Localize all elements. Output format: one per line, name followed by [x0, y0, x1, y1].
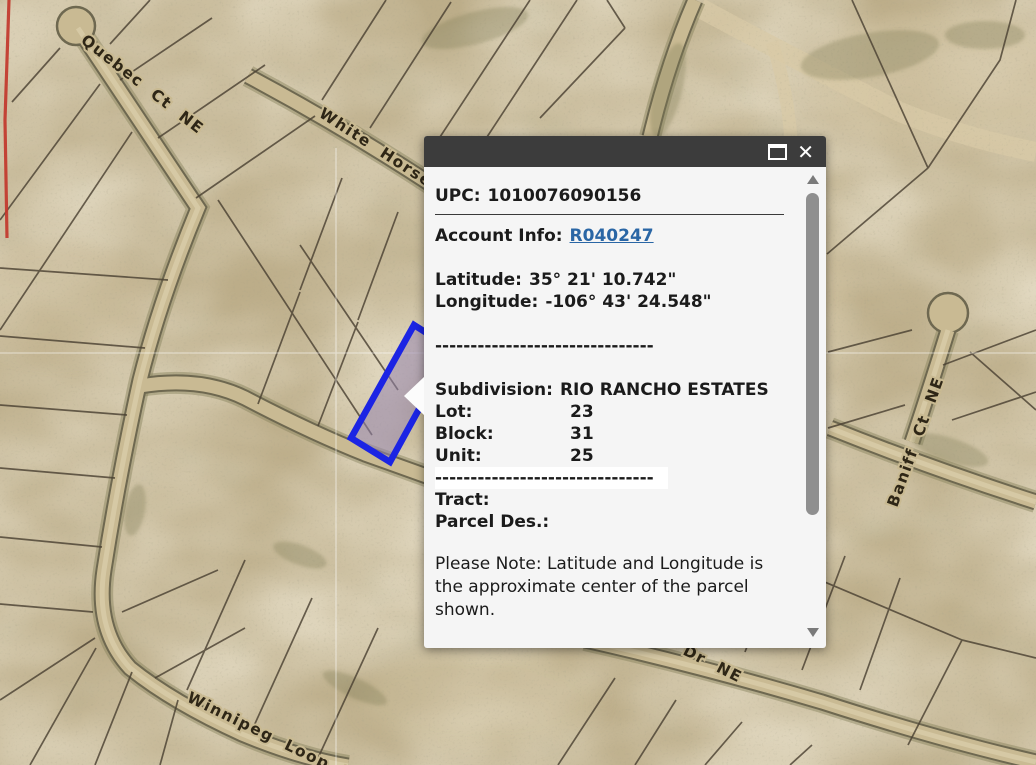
- dashed-divider-highlighted: -------------------------------: [435, 467, 784, 489]
- popup-pointer: [404, 377, 424, 415]
- parcel-des-label: Parcel Des.:: [435, 512, 549, 532]
- subdivision-label: Subdivision:: [435, 380, 553, 400]
- latitude-label: Latitude:: [435, 270, 522, 290]
- account-label: Account Info:: [435, 226, 563, 246]
- popup-body: UPC: 1010076090156 Account Info: R040247 L…: [424, 167, 826, 648]
- longitude-value: -106° 43' 24.548": [545, 292, 711, 312]
- account-link[interactable]: R040247: [570, 226, 654, 246]
- block-row: Block:31: [435, 423, 784, 445]
- gis-parcel-viewer: Quebec Ct NE White Horse Baniff Ct NE Wi…: [0, 0, 1036, 765]
- longitude-row: Longitude: -106° 43' 24.548": [435, 291, 784, 313]
- scroll-thumb[interactable]: [806, 193, 819, 515]
- dashed-divider-text: -------------------------------: [435, 467, 668, 489]
- lot-value: 23: [570, 402, 594, 422]
- close-icon[interactable]: ✕: [797, 142, 814, 162]
- maximize-icon[interactable]: [768, 144, 787, 160]
- note-text: Please Note: Latitude and Longitude is t…: [435, 553, 787, 622]
- latitude-value: 35° 21' 10.742": [529, 270, 676, 290]
- lot-label: Lot:: [435, 401, 570, 423]
- block-value: 31: [570, 424, 594, 444]
- scroll-down-arrow[interactable]: [807, 628, 819, 637]
- unit-label: Unit:: [435, 445, 570, 467]
- account-row: Account Info: R040247: [435, 225, 784, 247]
- popup-titlebar[interactable]: ✕: [424, 136, 826, 167]
- parcel-des-row: Parcel Des.:: [435, 511, 784, 533]
- subdivision-value: RIO RANCHO ESTATES: [560, 380, 769, 400]
- unit-row: Unit:25: [435, 445, 784, 467]
- parcel-info-popup: ✕ UPC: 1010076090156 Account Info: R040247…: [424, 136, 826, 648]
- upc-label: UPC:: [435, 186, 481, 206]
- upc-row: UPC: 1010076090156: [435, 185, 784, 207]
- latitude-row: Latitude: 35° 21' 10.742": [435, 269, 784, 291]
- block-label: Block:: [435, 423, 570, 445]
- upc-value: 1010076090156: [488, 186, 642, 206]
- scroll-up-arrow[interactable]: [807, 175, 819, 184]
- cul-de-sac-baniff: [928, 293, 968, 333]
- tract-label: Tract:: [435, 490, 490, 510]
- dashed-divider: -------------------------------: [435, 335, 784, 357]
- longitude-label: Longitude:: [435, 292, 538, 312]
- lot-row: Lot:23: [435, 401, 784, 423]
- unit-value: 25: [570, 446, 594, 466]
- subdivision-row: Subdivision: RIO RANCHO ESTATES: [435, 379, 784, 401]
- popup-scrollbar[interactable]: [806, 167, 820, 648]
- tract-row: Tract:: [435, 489, 784, 511]
